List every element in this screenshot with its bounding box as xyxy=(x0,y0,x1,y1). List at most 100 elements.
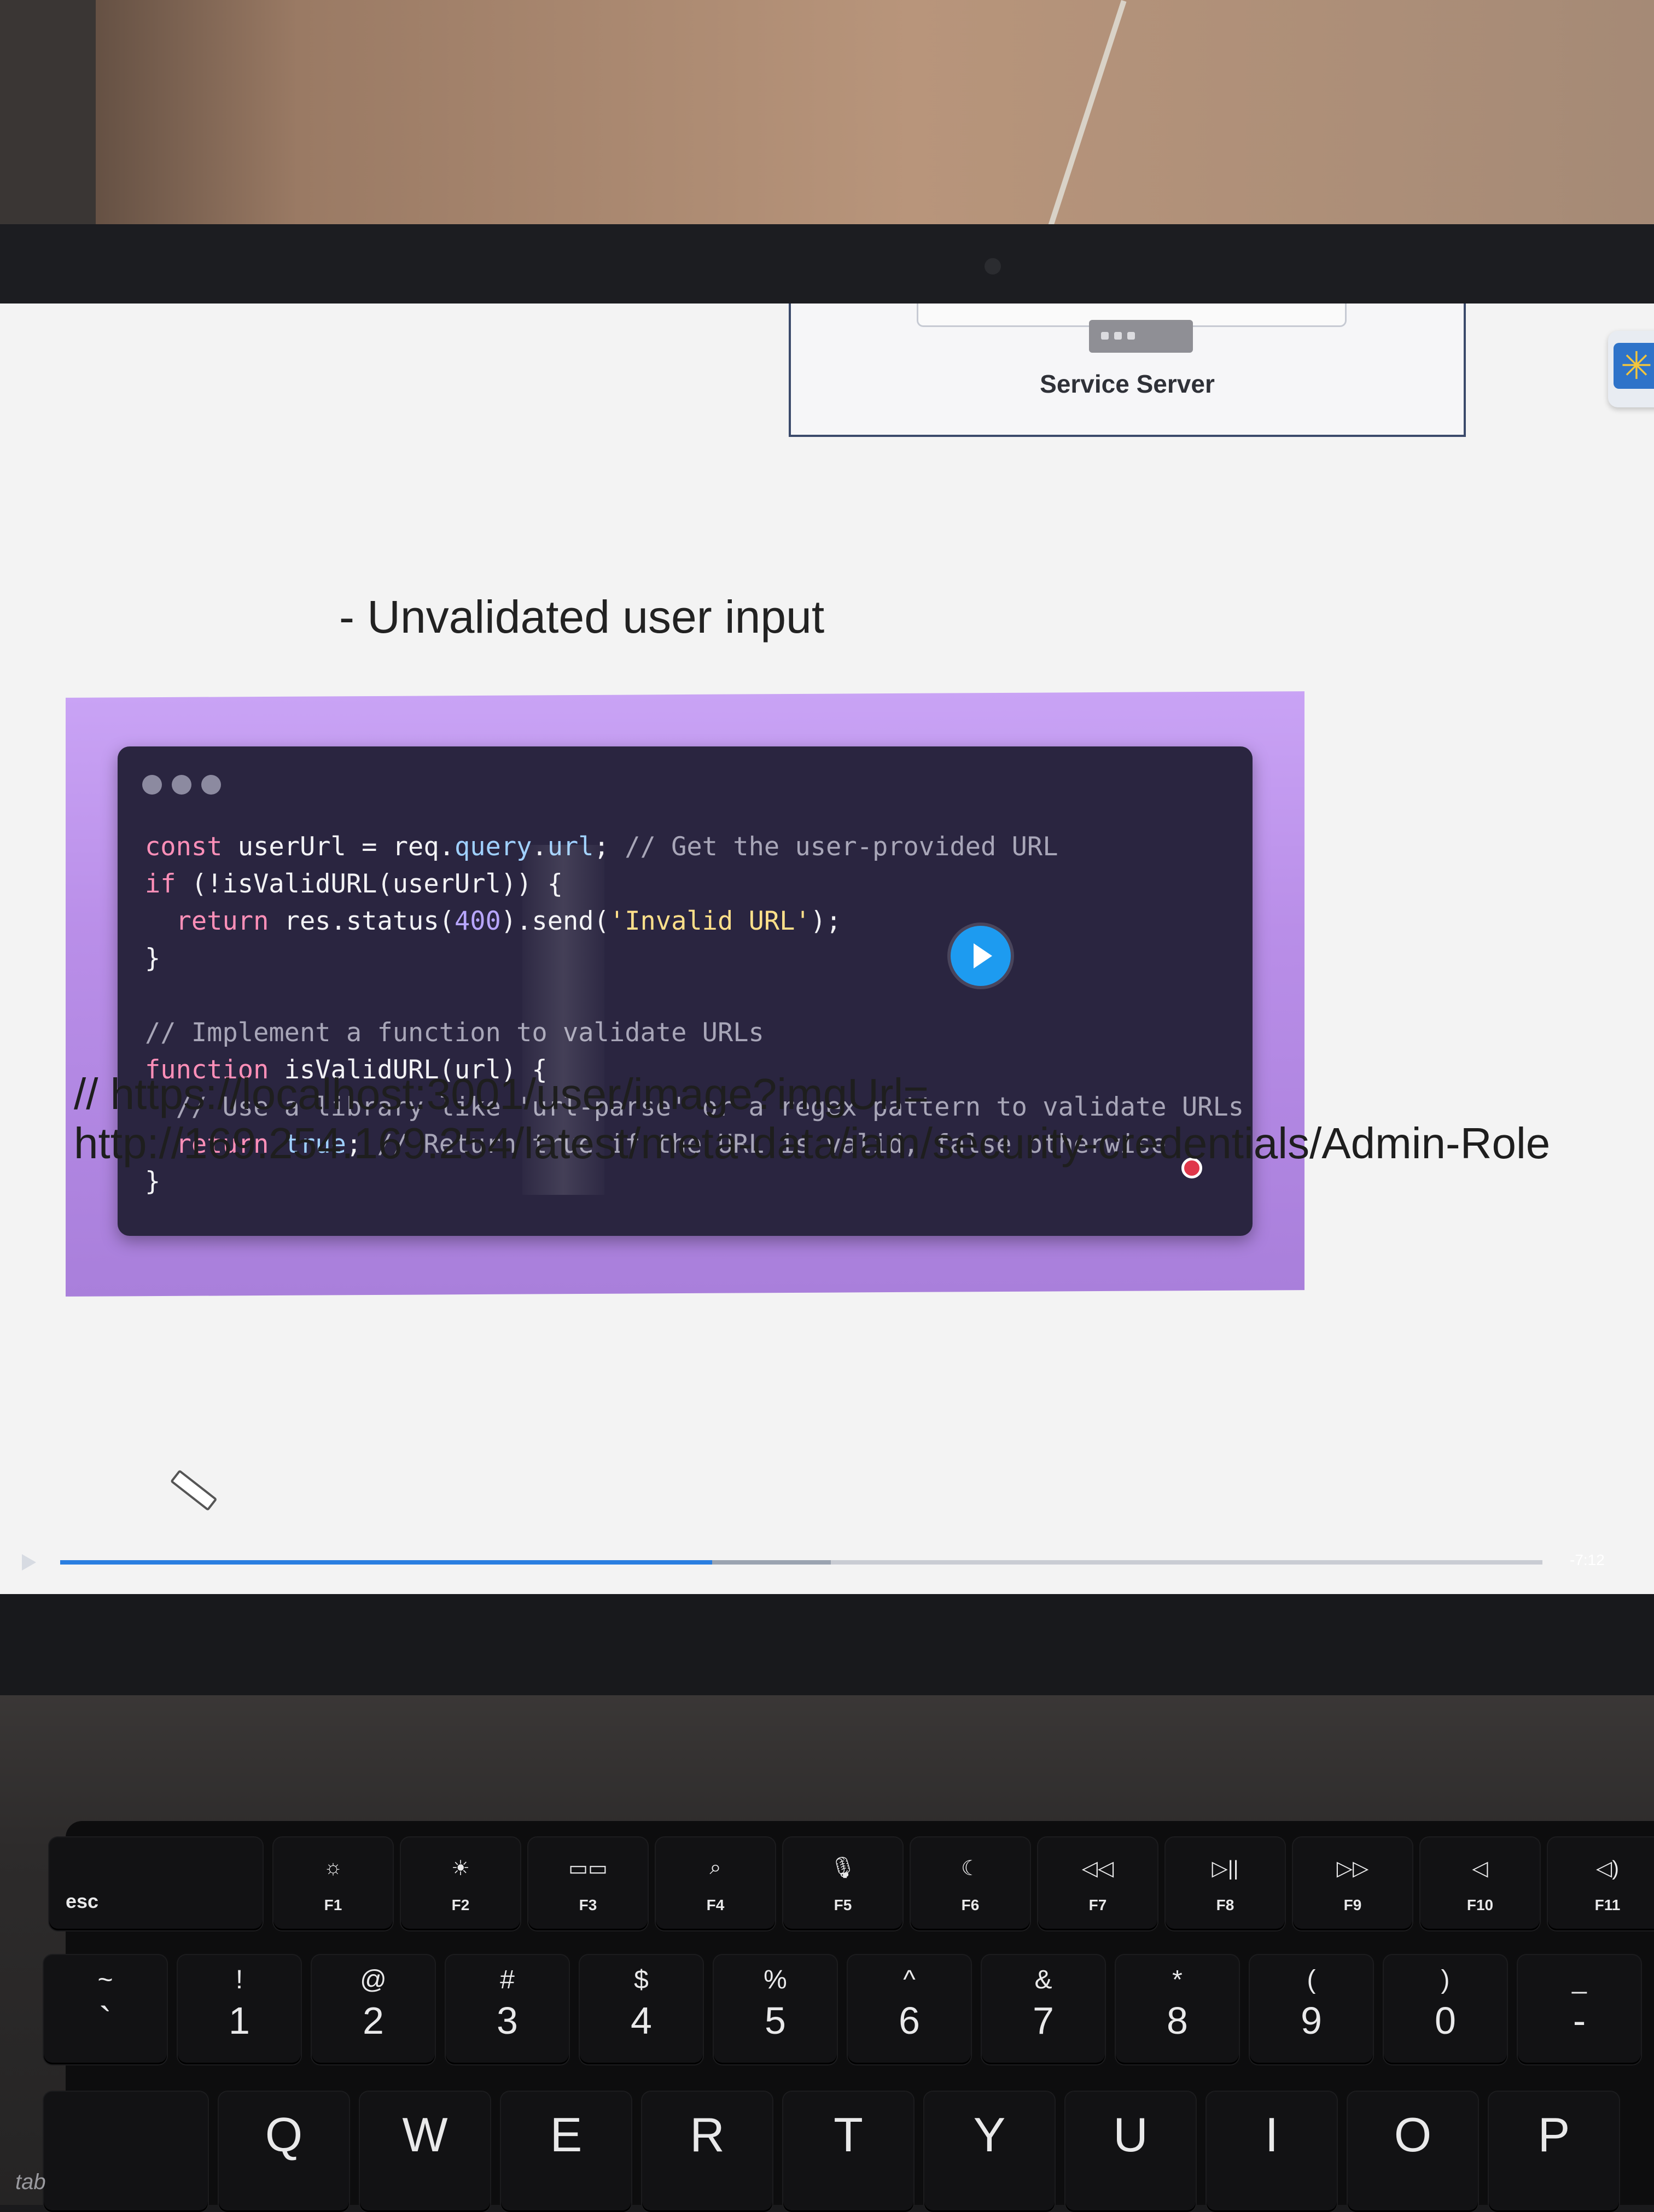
letter-key-o[interactable]: O xyxy=(1348,2092,1478,2212)
window-dot-icon xyxy=(172,775,191,795)
number-key[interactable]: ~ ` xyxy=(44,1955,167,2064)
tab-key[interactable] xyxy=(44,2092,208,2212)
fn-key-icon: ☀ xyxy=(451,1857,470,1880)
number-key-symbol: $ xyxy=(634,1965,649,1994)
fn-key-icon: ◁) xyxy=(1596,1857,1619,1880)
code-token: } xyxy=(145,943,161,973)
fn-key-label: F11 xyxy=(1594,1896,1621,1913)
number-key-symbol: @ xyxy=(360,1965,387,1994)
code-token: // Implement a function to validate URLs xyxy=(145,1018,764,1048)
service-server-label: Service Server xyxy=(1040,370,1215,398)
number-key-digit: ` xyxy=(98,1999,112,2042)
url-payload-line: http://169.254.169.254/latest/meta-data/… xyxy=(74,1119,1551,1168)
number-key-symbol: ~ xyxy=(97,1965,113,1994)
slide-heading: - Unvalidated user input xyxy=(339,591,825,643)
esc-key[interactable]: esc xyxy=(49,1837,263,1930)
number-key[interactable]: _ - xyxy=(1518,1955,1641,2064)
fn-key-label: F3 xyxy=(579,1896,597,1913)
camera-icon xyxy=(985,258,1001,275)
number-key[interactable]: * 8 xyxy=(1116,1955,1239,2064)
letter-key-label: T xyxy=(834,2108,863,2162)
window-dots xyxy=(142,775,231,797)
letter-key-q[interactable]: Q xyxy=(219,2092,349,2212)
code-token: res.status( xyxy=(284,906,455,936)
progress-played xyxy=(60,1560,713,1565)
fn-key-f6[interactable]: ☾ F6 xyxy=(911,1837,1030,1930)
number-key[interactable]: ! 1 xyxy=(178,1955,301,2064)
letter-key-w[interactable]: W xyxy=(360,2092,490,2212)
number-key-digit: - xyxy=(1573,1999,1586,2042)
fn-key-f3[interactable]: ▭▭ F3 xyxy=(528,1837,648,1930)
number-key-symbol: % xyxy=(764,1965,787,1994)
number-key-symbol: ^ xyxy=(903,1965,916,1994)
letter-key-label: R xyxy=(690,2108,725,2162)
fn-key-icon: ◁◁ xyxy=(1081,1857,1114,1880)
fn-key-f7[interactable]: ◁◁ F7 xyxy=(1038,1837,1157,1930)
time-remaining: -7:12 xyxy=(1570,1551,1605,1568)
screen-bezel-bottom xyxy=(0,1594,1654,1698)
number-key[interactable]: @2 xyxy=(312,1955,435,2064)
number-key[interactable]: % 5 xyxy=(714,1955,837,2064)
code-token: 400 xyxy=(454,906,501,936)
mini-play-icon[interactable] xyxy=(22,1554,36,1571)
fn-key-icon: 🎙 xyxy=(829,1857,857,1880)
number-key-digit: 8 xyxy=(1167,1999,1188,2042)
code-token: if xyxy=(145,869,191,899)
fn-key-f5[interactable]: 🎙 F5 xyxy=(783,1837,902,1930)
letter-key-label: O xyxy=(1394,2108,1432,2162)
number-key[interactable]: & 7 xyxy=(982,1955,1105,2064)
code-token: query xyxy=(454,832,532,862)
url-comment-line: // https://localhost:3001/user/image?img… xyxy=(74,1070,929,1118)
letter-key-label: W xyxy=(402,2108,448,2162)
play-button[interactable] xyxy=(951,926,1011,986)
number-key-symbol: ( xyxy=(1307,1965,1316,1994)
number-key[interactable]: #3 xyxy=(446,1955,569,2064)
fn-key-f11[interactable]: ◁) F11 xyxy=(1548,1837,1654,1930)
fn-key-icon: ☾ xyxy=(960,1857,980,1880)
side-widget-button[interactable]: ✳ xyxy=(1608,331,1654,407)
letter-key-y[interactable]: Y xyxy=(924,2092,1055,2212)
fn-key-f9[interactable]: ▷▷ F9 xyxy=(1293,1837,1412,1930)
service-server-card: Service Server xyxy=(789,304,1466,437)
fn-key-label: F7 xyxy=(1088,1896,1107,1913)
fn-key-label: F9 xyxy=(1343,1896,1362,1913)
code-line: // Implement a function to validate URLs xyxy=(145,1014,1244,1052)
number-key[interactable]: (9 xyxy=(1250,1955,1373,2064)
letter-key-t[interactable]: T xyxy=(783,2092,913,2212)
fn-key-label: F2 xyxy=(451,1896,470,1913)
number-key-symbol: * xyxy=(1172,1965,1183,1994)
letter-key-u[interactable]: U xyxy=(1065,2092,1196,2212)
letter-key-label: U xyxy=(1113,2108,1148,2162)
letter-key-r[interactable]: R xyxy=(642,2092,772,2212)
window-dot-icon xyxy=(142,775,162,795)
background-wall xyxy=(0,0,1654,230)
fn-key-f8[interactable]: ▷|| F8 xyxy=(1166,1837,1285,1930)
number-key-digit: 7 xyxy=(1033,1999,1054,2042)
code-token: ); xyxy=(810,906,842,936)
fn-key-f10[interactable]: ◁ F10 xyxy=(1420,1837,1540,1930)
server-icon xyxy=(1089,320,1193,353)
fn-key-f1[interactable]: ☼ F1 xyxy=(273,1837,393,1930)
fn-key-icon: ◁ xyxy=(1472,1857,1488,1880)
code-token: // Get the user-provided URL xyxy=(625,832,1058,862)
video-progress-bar[interactable] xyxy=(60,1560,1542,1565)
fn-key-f4[interactable]: ⌕ F4 xyxy=(656,1837,775,1930)
fn-key-f2[interactable]: ☀ F2 xyxy=(401,1837,520,1930)
number-key[interactable]: ) 0 xyxy=(1384,1955,1507,2064)
letter-key-p[interactable]: P xyxy=(1489,2092,1619,2212)
number-key[interactable]: $4 xyxy=(580,1955,703,2064)
number-key-digit: 3 xyxy=(497,1999,518,2042)
laptop-deck: esc ☼ F1 ☀ F2 ▭▭ F3 ⌕ F4 🎙 F5 ☾ F6 ◁◁ F7 ▷|| F8 ▷▷ F9 ◁ F10 ◁… xyxy=(0,1695,1654,2212)
letter-key-e[interactable]: E xyxy=(501,2092,631,2212)
number-key-digit: 6 xyxy=(899,1999,920,2042)
letter-key-label: P xyxy=(1537,2108,1570,2162)
number-key[interactable]: ^ 6 xyxy=(848,1955,971,2064)
number-key-symbol: _ xyxy=(1572,1965,1587,1994)
number-key-digit: 4 xyxy=(631,1999,652,2042)
letter-key-i[interactable]: I xyxy=(1207,2092,1337,2212)
code-token: const xyxy=(145,832,238,862)
code-token: (!isValidURL(userUrl)) { xyxy=(191,869,563,899)
letter-key-label: Q xyxy=(265,2108,303,2162)
fn-key-icon: ☼ xyxy=(323,1856,343,1879)
